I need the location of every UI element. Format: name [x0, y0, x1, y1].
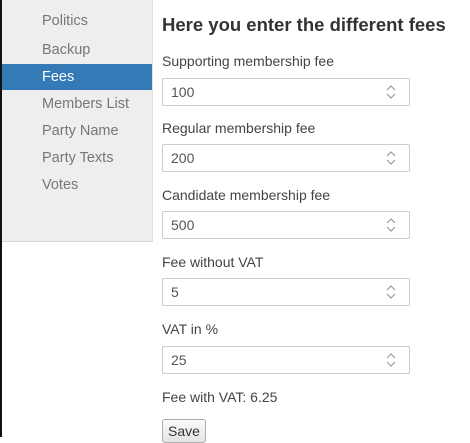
candidate-fee-input[interactable]: 500	[162, 211, 410, 239]
vat-percent-value: 25	[171, 352, 187, 368]
sidebar-item-backup[interactable]: Backup	[2, 37, 152, 63]
fee-without-vat-value: 5	[171, 284, 179, 300]
vat-percent-input[interactable]: 25	[162, 346, 410, 374]
sidebar-item-politics[interactable]: Politics	[2, 8, 152, 34]
vat-percent-label: VAT in %	[162, 321, 219, 337]
up-down-spinner-icon[interactable]	[385, 284, 397, 300]
up-down-spinner-icon[interactable]	[385, 352, 397, 368]
regular-fee-input[interactable]: 200	[162, 144, 410, 172]
up-down-spinner-icon[interactable]	[385, 217, 397, 233]
supporting-fee-label: Supporting membership fee	[162, 53, 334, 69]
sidebar-item-party-name[interactable]: Party Name	[2, 118, 152, 144]
supporting-fee-input[interactable]: 100	[162, 78, 410, 106]
candidate-fee-label: Candidate membership fee	[162, 187, 331, 203]
fee-without-vat-input[interactable]: 5	[162, 278, 410, 306]
candidate-fee-value: 500	[171, 217, 195, 233]
fee-with-vat-result: Fee with VAT: 6.25	[162, 389, 278, 405]
page-title: Here you enter the different fees	[162, 14, 446, 35]
regular-fee-label: Regular membership fee	[162, 120, 316, 136]
sidebar-item-members-list[interactable]: Members List	[2, 91, 152, 117]
save-button[interactable]: Save	[162, 419, 206, 443]
fee-without-vat-label: Fee without VAT	[162, 254, 264, 270]
sidebar: Politics Backup Fees Members List Party …	[2, 0, 153, 242]
up-down-spinner-icon[interactable]	[385, 150, 397, 166]
regular-fee-value: 200	[171, 150, 195, 166]
sidebar-item-fees[interactable]: Fees	[2, 64, 152, 90]
up-down-spinner-icon[interactable]	[385, 84, 397, 100]
supporting-fee-value: 100	[171, 84, 195, 100]
sidebar-item-votes[interactable]: Votes	[2, 172, 152, 198]
sidebar-item-party-texts[interactable]: Party Texts	[2, 145, 152, 171]
